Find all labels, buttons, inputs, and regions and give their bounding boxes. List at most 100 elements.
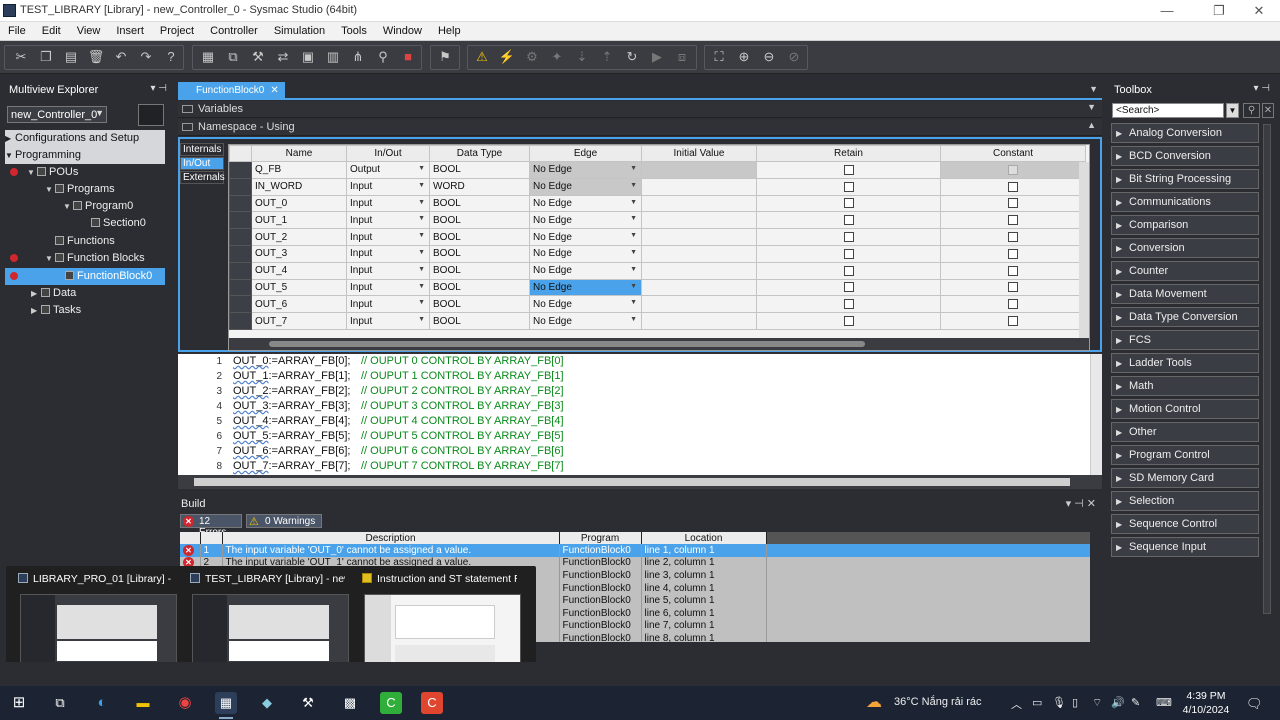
sysmac-tool-icon[interactable]: ⚒ (297, 692, 319, 714)
col-inout[interactable]: In/Out (346, 145, 430, 162)
expand-icon[interactable]: ▶ (31, 302, 41, 319)
col-constant[interactable]: Constant (940, 145, 1086, 162)
editor-horizontal-scrollbar[interactable] (178, 475, 1102, 489)
var-inout[interactable]: Input (346, 194, 430, 213)
var-type[interactable]: BOOL (429, 278, 530, 297)
tray-chevron-up-icon[interactable]: ︿ (1011, 696, 1022, 712)
microphone-icon[interactable]: 🎙 (1052, 696, 1066, 709)
retain-checkbox[interactable] (843, 299, 854, 310)
toolbox-analog-conversion[interactable]: Analog Conversion (1111, 123, 1259, 143)
table-vertical-scrollbar[interactable] (1079, 162, 1089, 338)
table-row[interactable]: OUT_1InputBOOLNo Edge (229, 211, 1086, 230)
sync-icon[interactable]: ⚙ (523, 49, 541, 65)
var-inout[interactable]: Input (346, 228, 430, 246)
chevron-up-icon[interactable]: ▲ (1087, 120, 1096, 130)
var-type[interactable]: BOOL (429, 244, 530, 263)
table-row[interactable]: Q_FBOutputBOOLNo Edge (229, 161, 1086, 179)
calculator-icon[interactable]: ▩ (339, 692, 361, 714)
var-inout[interactable]: Input (346, 244, 430, 263)
var-edge[interactable]: No Edge (529, 194, 642, 213)
tree-functions[interactable]: Functions (5, 233, 165, 250)
var-type[interactable]: BOOL (429, 261, 530, 280)
controller-select[interactable]: new_Controller_0 ▼ (7, 106, 107, 123)
var-name[interactable]: OUT_0 (251, 194, 347, 213)
retain-checkbox[interactable] (843, 282, 854, 293)
retain-checkbox[interactable] (843, 231, 854, 242)
code-line[interactable]: 4 OUT_3:=ARRAY_FB[3]; // OUPUT 3 CONTROL B… (178, 399, 1088, 414)
var-name[interactable]: IN_WORD (251, 177, 347, 196)
var-type[interactable]: BOOL (429, 211, 530, 230)
var-type[interactable]: BOOL (429, 194, 530, 213)
var-inout[interactable]: Input (346, 177, 430, 196)
menu-window[interactable]: Window (375, 22, 430, 37)
var-name[interactable]: Q_FB (251, 161, 347, 179)
toolbox-selection[interactable]: Selection (1111, 491, 1259, 511)
notification-icon[interactable]: 🗨 (1246, 696, 1263, 712)
var-initial[interactable] (641, 228, 757, 246)
controller-icon[interactable] (138, 104, 164, 126)
cross-reference-icon[interactable]: ▦ (199, 49, 217, 65)
tree-pous[interactable]: ▼ POUs (5, 164, 165, 181)
windows-start-icon[interactable]: ⊞ (8, 692, 30, 714)
collapse-icon[interactable]: ▼ (5, 147, 15, 164)
table-row[interactable]: OUT_0InputBOOLNo Edge (229, 194, 1086, 213)
constant-checkbox[interactable] (1008, 315, 1018, 326)
var-edge[interactable]: No Edge (529, 177, 642, 196)
retain-checkbox[interactable] (843, 315, 854, 326)
zoom-in-icon[interactable]: ⊕ (735, 49, 753, 65)
pause-icon[interactable]: ⧈ (673, 49, 691, 65)
var-name[interactable]: OUT_7 (251, 312, 347, 330)
toolbox-data-type-conversion[interactable]: Data Type Conversion (1111, 307, 1259, 327)
chevron-down-icon[interactable]: ▼ (1087, 102, 1096, 112)
table-row[interactable]: OUT_3InputBOOLNo Edge (229, 244, 1086, 263)
tab-menu-icon[interactable]: ▼ (1089, 84, 1098, 94)
paste-icon[interactable]: ▤ (62, 49, 80, 65)
col-datatype[interactable]: Data Type (429, 145, 530, 162)
toolbox-search-input[interactable]: <Search> (1112, 103, 1224, 118)
constant-checkbox[interactable] (1008, 215, 1018, 226)
var-edge[interactable]: No Edge (529, 244, 642, 263)
var-edge[interactable]: No Edge (529, 295, 642, 314)
menu-tools[interactable]: Tools (333, 22, 375, 37)
row-handle[interactable] (229, 161, 252, 179)
toolbox-sequence-control[interactable]: Sequence Control (1111, 514, 1259, 534)
menu-help[interactable]: Help (430, 22, 469, 37)
retain-checkbox[interactable] (843, 198, 854, 209)
toolbox-sequence-input[interactable]: Sequence Input (1111, 537, 1259, 557)
col-location[interactable]: Location (641, 532, 767, 544)
code-line[interactable]: 5 OUT_4:=ARRAY_FB[4]; // OUPUT 4 CONTROL B… (178, 414, 1088, 429)
editor-vertical-scrollbar[interactable] (1090, 354, 1102, 476)
constant-checkbox[interactable] (1008, 282, 1018, 293)
collapse-icon[interactable]: ▼ (45, 181, 55, 198)
code-line[interactable]: 6 OUT_5:=ARRAY_FB[5]; // OUPUT 5 CONTROL B… (178, 429, 1088, 444)
pin-icon[interactable]: ▾ ⊣ (150, 83, 167, 94)
menu-controller[interactable]: Controller (202, 22, 266, 37)
var-initial[interactable] (641, 244, 757, 263)
var-type[interactable]: BOOL (429, 161, 530, 179)
undo-icon[interactable]: ↶ (112, 49, 130, 65)
tree-programming[interactable]: ▼ Programming (5, 147, 165, 164)
menu-edit[interactable]: Edit (34, 22, 69, 37)
var-name[interactable]: OUT_4 (251, 261, 347, 280)
menu-view[interactable]: View (69, 22, 109, 37)
tree-section0[interactable]: Section0 (5, 215, 165, 232)
var-edge[interactable]: No Edge (529, 228, 642, 246)
constant-checkbox[interactable] (1008, 265, 1018, 276)
maximize-button[interactable]: ❐ (1204, 2, 1234, 20)
var-initial[interactable] (641, 177, 757, 196)
download-icon[interactable]: ⇣ (573, 49, 591, 65)
toolbox-communications[interactable]: Communications (1111, 192, 1259, 212)
weather-text[interactable]: 36°C Nắng rải rác (894, 696, 982, 708)
transfer-icon[interactable]: ⇄ (274, 49, 292, 65)
var-inout[interactable]: Input (346, 278, 430, 297)
toolbox-scrollbar[interactable] (1263, 124, 1271, 614)
camtasia-green-icon[interactable]: C (380, 692, 402, 714)
tab-inout[interactable]: In/Out (180, 157, 224, 170)
scrollbar-thumb[interactable] (194, 478, 1070, 486)
var-edge[interactable]: No Edge (529, 161, 642, 179)
menu-simulation[interactable]: Simulation (266, 22, 333, 37)
wifi-icon[interactable]: ⌔ (1092, 696, 1102, 710)
var-initial[interactable] (641, 211, 757, 230)
pane-controls-icon[interactable]: ▾ ⊣ ✕ (1066, 497, 1096, 510)
warnings-filter-button[interactable]: ⚠ 0 Warnings (246, 514, 322, 528)
